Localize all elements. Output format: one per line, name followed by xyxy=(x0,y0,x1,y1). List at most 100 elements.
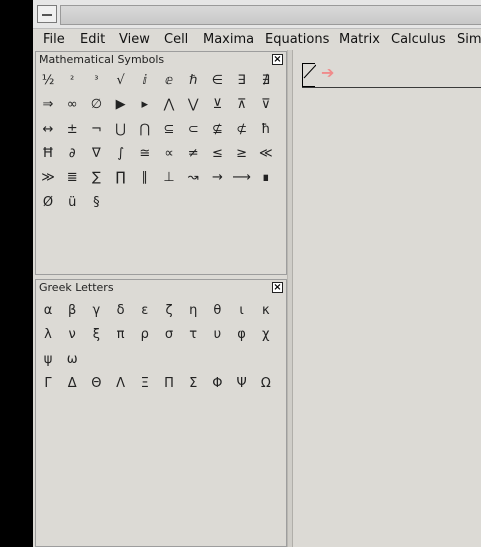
menu-file[interactable]: File xyxy=(43,32,65,47)
math-symbol-button[interactable]: ≥ xyxy=(230,142,254,166)
greek-letter-button[interactable]: φ xyxy=(230,323,254,347)
greek-letter-button[interactable]: ω xyxy=(60,348,84,372)
math-symbol-button[interactable]: ² xyxy=(60,69,84,93)
math-symbol-button[interactable]: ⊄ xyxy=(230,118,254,142)
window-menu-button[interactable] xyxy=(37,5,57,23)
greek-letter-button[interactable]: ρ xyxy=(133,323,157,347)
math-symbol-button[interactable]: ⋃ xyxy=(109,118,133,142)
greek-letter-button[interactable]: Ξ xyxy=(133,372,157,396)
math-symbol-button[interactable]: ³ xyxy=(84,69,108,93)
math-symbol-button[interactable]: ⊆ xyxy=(157,118,181,142)
math-symbol-button[interactable]: → xyxy=(205,166,229,190)
math-symbol-button[interactable]: ∑ xyxy=(84,166,108,190)
greek-letter-button[interactable]: η xyxy=(181,299,205,323)
math-symbol-button[interactable]: ≅ xyxy=(133,142,157,166)
menu-maxima[interactable]: Maxima xyxy=(203,32,254,47)
greek-letter-button[interactable]: Π xyxy=(157,372,181,396)
math-symbol-button[interactable]: Ø xyxy=(36,191,60,215)
math-symbol-button[interactable]: ± xyxy=(60,118,84,142)
math-symbol-button[interactable]: ¬ xyxy=(84,118,108,142)
greek-letter-button[interactable]: Ψ xyxy=(230,372,254,396)
math-symbol-button[interactable]: ⊈ xyxy=(205,118,229,142)
math-symbol-button[interactable]: ≪ xyxy=(254,142,278,166)
menu-cell[interactable]: Cell xyxy=(164,32,188,47)
greek-letter-button[interactable]: Θ xyxy=(84,372,108,396)
math-symbol-button[interactable]: ↝ xyxy=(181,166,205,190)
menu-calculus[interactable]: Calculus xyxy=(391,32,446,47)
math-symbol-button[interactable]: ½ xyxy=(36,69,60,93)
math-symbol-button[interactable]: ∞ xyxy=(60,93,84,117)
math-symbol-button[interactable]: ⊻ xyxy=(205,93,229,117)
greek-letter-button[interactable]: ξ xyxy=(84,323,108,347)
math-symbol-button[interactable]: ↔ xyxy=(36,118,60,142)
math-symbol-button[interactable]: ∫ xyxy=(109,142,133,166)
math-symbol-button[interactable]: ≠ xyxy=(181,142,205,166)
math-symbol-button[interactable]: ⊂ xyxy=(181,118,205,142)
math-symbol-button[interactable]: ∥ xyxy=(133,166,157,190)
math-symbol-button[interactable]: ∈ xyxy=(205,69,229,93)
math-symbol-button[interactable]: ħ xyxy=(254,118,278,142)
math-symbol-button[interactable]: ⊼ xyxy=(230,93,254,117)
menu-equations[interactable]: Equations xyxy=(265,32,329,47)
math-symbol-button[interactable]: ∎ xyxy=(254,166,278,190)
greek-letter-button[interactable]: δ xyxy=(109,299,133,323)
greek-letter-button[interactable]: α xyxy=(36,299,60,323)
math-symbol-button[interactable]: ⇒ xyxy=(36,93,60,117)
greek-panel-close-icon[interactable]: × xyxy=(272,282,283,293)
math-symbol-button[interactable]: ü xyxy=(60,191,84,215)
math-symbol-button[interactable]: ⊽ xyxy=(254,93,278,117)
menu-view[interactable]: View xyxy=(119,32,150,47)
math-symbol-button[interactable]: ∇ xyxy=(84,142,108,166)
math-symbol-button[interactable]: ℏ xyxy=(181,69,205,93)
math-symbol-button[interactable]: ∂ xyxy=(60,142,84,166)
math-symbol-button[interactable]: ▶ xyxy=(109,93,133,117)
math-symbol-button[interactable]: ⋀ xyxy=(157,93,181,117)
greek-letter-button[interactable]: Δ xyxy=(60,372,84,396)
greek-letter-button[interactable]: β xyxy=(60,299,84,323)
math-symbol-button[interactable]: § xyxy=(84,191,108,215)
greek-letter-button[interactable]: τ xyxy=(181,323,205,347)
greek-letter-button[interactable]: Ω xyxy=(254,372,278,396)
greek-letter-button[interactable]: Λ xyxy=(109,372,133,396)
greek-letter-button[interactable]: ε xyxy=(133,299,157,323)
math-symbol-button[interactable]: ⅇ xyxy=(157,69,181,93)
math-symbols-panel: Mathematical Symbols × ½ ² ³ √ ⅈ ⅇ ℏ ∈ ∃ ∄ ⇒ ∞ ∅ ▶ ▸ ⋀ ⋁… xyxy=(35,51,287,275)
math-symbol-button[interactable]: ▸ xyxy=(133,93,157,117)
greek-letter-button[interactable]: γ xyxy=(84,299,108,323)
math-symbol-button[interactable]: ⋂ xyxy=(133,118,157,142)
math-symbol-button[interactable]: ⟶ xyxy=(230,166,254,190)
math-panel-close-icon[interactable]: × xyxy=(272,54,283,65)
math-symbol-button[interactable]: ≫ xyxy=(36,166,60,190)
math-symbol-button[interactable]: ∅ xyxy=(84,93,108,117)
math-symbol-button[interactable]: ∏ xyxy=(109,166,133,190)
greek-letter-button[interactable]: κ xyxy=(254,299,278,323)
math-symbol-button[interactable]: ≤ xyxy=(205,142,229,166)
greek-letter-button[interactable]: Φ xyxy=(205,372,229,396)
greek-letter-button[interactable]: ι xyxy=(230,299,254,323)
menu-edit[interactable]: Edit xyxy=(80,32,105,47)
math-symbol-button[interactable]: ⋁ xyxy=(181,93,205,117)
math-symbol-button[interactable]: ⅈ xyxy=(133,69,157,93)
greek-letter-button[interactable]: υ xyxy=(205,323,229,347)
greek-letter-button[interactable]: θ xyxy=(205,299,229,323)
menu-matrix[interactable]: Matrix xyxy=(339,32,380,47)
math-symbol-button[interactable]: ∄ xyxy=(254,69,278,93)
greek-letter-button[interactable]: Σ xyxy=(181,372,205,396)
greek-letter-button[interactable]: λ xyxy=(36,323,60,347)
greek-letter-button[interactable]: ζ xyxy=(157,299,181,323)
greek-letter-button[interactable]: π xyxy=(109,323,133,347)
math-symbol-button[interactable]: ⊥ xyxy=(157,166,181,190)
greek-letter-button[interactable]: ν xyxy=(60,323,84,347)
worksheet-area[interactable]: ➔ xyxy=(292,50,481,547)
math-symbol-button[interactable]: ≣ xyxy=(60,166,84,190)
greek-letter-button[interactable]: σ xyxy=(157,323,181,347)
math-symbol-button[interactable]: ∝ xyxy=(157,142,181,166)
math-symbol-button[interactable]: ∃ xyxy=(230,69,254,93)
cell-bracket-icon[interactable] xyxy=(302,63,316,87)
math-symbol-button[interactable]: Ħ xyxy=(36,142,60,166)
menu-simplify[interactable]: Sim xyxy=(457,32,481,47)
math-symbol-button[interactable]: √ xyxy=(109,69,133,93)
greek-letter-button[interactable]: χ xyxy=(254,323,278,347)
greek-letter-button[interactable]: Γ xyxy=(36,372,60,396)
greek-letter-button[interactable]: ψ xyxy=(36,348,60,372)
